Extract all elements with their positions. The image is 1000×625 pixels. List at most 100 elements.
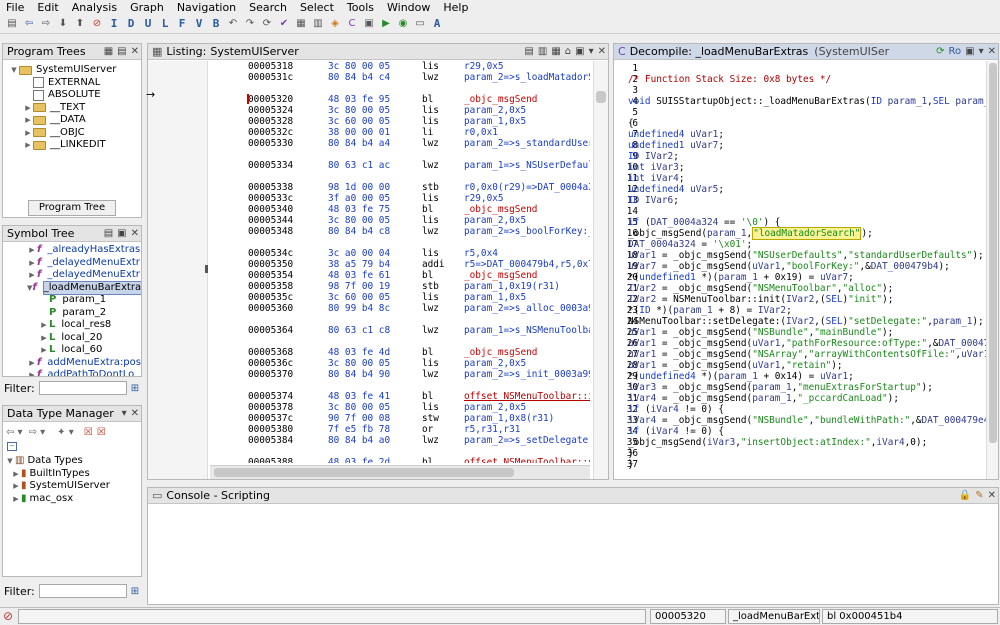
listing-operand[interactable]: param_2,0x5 bbox=[464, 402, 526, 413]
decompile-line[interactable]: 31 iVar4 = _objc_msgSend(param_1,"_pccar… bbox=[614, 393, 986, 404]
decompile-code[interactable]: } bbox=[628, 459, 634, 470]
data-type-archive[interactable]: ▶ ▮ mac_osx bbox=[5, 493, 141, 506]
menu-icon[interactable]: ▾ bbox=[122, 408, 127, 419]
decompile-code[interactable]: void SUISStartupObject::_loadMenuBarExtr… bbox=[628, 96, 986, 107]
listing-operand[interactable]: param_1=>s_NSMenuToolbar_0003b34c bbox=[464, 325, 590, 336]
data-type-archive[interactable]: ▶ ▮ SystemUIServer bbox=[5, 480, 141, 493]
listing-address[interactable]: 00005368 bbox=[248, 347, 328, 358]
listing-mnemonic[interactable]: lwz bbox=[422, 435, 439, 446]
decompile-code[interactable]: if (iVar4 != 0) { bbox=[628, 404, 724, 415]
filter-off-icon[interactable]: ☒ bbox=[84, 427, 93, 438]
run-icon[interactable]: ▶ bbox=[378, 16, 394, 32]
symbol-filter-input[interactable] bbox=[38, 381, 127, 395]
listing-address[interactable]: 00005324 bbox=[248, 105, 328, 116]
decompile-line[interactable]: 33 iVar4 = _objc_msgSend("NSBundle","bun… bbox=[614, 415, 986, 426]
menu-navigation[interactable]: Navigation bbox=[177, 1, 236, 14]
collapse-icon[interactable]: ▼ bbox=[5, 455, 15, 467]
listing-operand[interactable]: r5,r31,r31 bbox=[464, 424, 520, 435]
menu-tools[interactable]: Tools bbox=[347, 1, 374, 14]
decompile-code[interactable]: if (iVar4 != 0) { bbox=[628, 426, 724, 437]
decompile-code[interactable]: { bbox=[628, 118, 634, 129]
listing-address[interactable]: 00005378 bbox=[248, 402, 328, 413]
listing-mnemonic[interactable]: addi bbox=[422, 259, 445, 270]
decompile-code[interactable]: int iVar4; bbox=[628, 173, 684, 184]
close-panel-icon[interactable]: ✕ bbox=[131, 46, 139, 57]
decompile-line[interactable]: 6{ bbox=[614, 118, 986, 129]
close-panel-icon[interactable]: ✕ bbox=[131, 408, 139, 419]
listing-operand[interactable]: param_1,0x19(r31) bbox=[464, 281, 560, 292]
symbol-item[interactable]: ▶ f addMenuExtra:pos bbox=[27, 357, 141, 370]
listing-bytes[interactable]: 80 84 b4 a0 bbox=[328, 435, 424, 446]
decompile-code[interactable]: uVar1 = _objc_msgSend("NSBundle","mainBu… bbox=[628, 327, 893, 338]
copy-icon[interactable]: ▤ bbox=[524, 46, 533, 57]
debug-icon[interactable]: ◉ bbox=[395, 16, 411, 32]
search-bookmark-icon[interactable]: B bbox=[208, 16, 224, 32]
listing-operand[interactable]: _objc_msgSend bbox=[464, 270, 537, 281]
nav-up-icon[interactable]: ⬆ bbox=[72, 16, 88, 32]
decompile-code[interactable]: NSMenuToolbar::setDelegate:(IVar2,(SEL)"… bbox=[628, 316, 984, 327]
listing-address[interactable]: 00005338 bbox=[248, 182, 328, 193]
data-types-root[interactable]: ▼ ▥ Data Types bbox=[5, 455, 141, 468]
decompile-line[interactable]: 12 undefined4 uVar5; bbox=[614, 184, 986, 195]
error-status-icon[interactable]: ⊘ bbox=[3, 609, 13, 623]
tree-node[interactable]: ▶ __DATA bbox=[9, 114, 141, 127]
listing-address[interactable]: 0000534c bbox=[248, 248, 328, 259]
listing-bytes[interactable]: 3c a0 00 04 bbox=[328, 248, 424, 259]
decompile-line[interactable]: 18 uVar1 = _objc_msgSend("NSUserDefaults… bbox=[614, 250, 986, 261]
listing-address[interactable]: 0000535c bbox=[248, 292, 328, 303]
data-type-filter-input[interactable] bbox=[38, 584, 127, 598]
listing-mnemonic[interactable]: bl bbox=[422, 391, 433, 402]
decompile-line[interactable]: 29 *(undefined4 *)(param_1 + 0x14) = uVa… bbox=[614, 371, 986, 382]
home-icon[interactable]: ⌂ bbox=[565, 46, 571, 57]
listing-bytes[interactable]: 7f e5 fb 78 bbox=[328, 424, 424, 435]
decompile-code[interactable]: /* Function Stack Size: 0x8 bytes */ bbox=[628, 74, 831, 85]
decompile-code[interactable]: *(ID *)(param_1 + 8) = IVar2; bbox=[628, 305, 792, 316]
listing-mnemonic[interactable]: bl bbox=[422, 457, 433, 463]
memory-icon[interactable]: ▣ bbox=[361, 16, 377, 32]
listing-operand[interactable]: param_2,0x5 bbox=[464, 105, 526, 116]
decompile-line[interactable]: 22 IVar2 = NSMenuToolbar::init(IVar2,(SE… bbox=[614, 294, 986, 305]
filter-icon[interactable]: ✦ ▾ bbox=[57, 427, 74, 438]
decompile-code[interactable]: iVar3 = _objc_msgSend(param_1,"menuExtra… bbox=[628, 382, 933, 393]
expand-icon[interactable]: ▶ bbox=[23, 139, 33, 151]
listing-operand[interactable]: param_2=>s_init_0003a990,~0x4b70( bbox=[464, 369, 590, 380]
symbol-item[interactable]: ▶ f _delayedMenuExtr bbox=[27, 269, 141, 282]
listing-bytes[interactable]: 80 84 b4 90 bbox=[328, 369, 424, 380]
filter-options-icon[interactable]: ⊞ bbox=[131, 586, 139, 597]
expand-icon[interactable]: ▶ bbox=[27, 257, 37, 269]
configure-icon[interactable]: ▾ bbox=[589, 46, 594, 57]
listing-mnemonic[interactable]: lis bbox=[422, 105, 439, 116]
splitter-handle[interactable] bbox=[205, 265, 208, 273]
decompile-line[interactable]: 36 } bbox=[614, 448, 986, 459]
listing-bytes[interactable]: 98 1d 00 00 bbox=[328, 182, 424, 193]
forward-icon[interactable]: ⇨ bbox=[38, 16, 54, 32]
decompile-vertical-scrollbar[interactable] bbox=[986, 61, 998, 479]
listing-address[interactable]: 00005388 bbox=[248, 457, 328, 463]
data-type-archive[interactable]: ▶ ▮ BuiltInTypes bbox=[5, 468, 141, 481]
decompile-line[interactable]: 19 uVar7 = _objc_msgSend(uVar1,"boolForK… bbox=[614, 261, 986, 272]
listing-bytes[interactable]: 48 03 fe 75 bbox=[328, 204, 424, 215]
listing-mnemonic[interactable]: lwz bbox=[422, 138, 439, 149]
screen-icon[interactable]: ▭ bbox=[412, 16, 428, 32]
menu-file[interactable]: File bbox=[6, 1, 24, 14]
refresh-icon[interactable]: ⟳ bbox=[936, 46, 944, 57]
symbol-item[interactable]: ▶ f _delayedMenuExtr bbox=[27, 257, 141, 270]
listing-bytes[interactable]: 3c 60 00 05 bbox=[328, 292, 424, 303]
listing-address[interactable]: 00005340 bbox=[248, 204, 328, 215]
listing-mnemonic[interactable]: stb bbox=[422, 281, 439, 292]
decompile-code[interactable]: undefined4 uVar5; bbox=[628, 184, 724, 195]
close-panel-icon[interactable]: ✕ bbox=[598, 46, 606, 57]
listing-operand[interactable]: offset NSMenuToolbar::setDelegate bbox=[464, 457, 590, 463]
decompile-line[interactable]: 20 *(undefined1 *)(param_1 + 0x19) = uVa… bbox=[614, 272, 986, 283]
decompile-line[interactable]: 30 iVar3 = _objc_msgSend(param_1,"menuEx… bbox=[614, 382, 986, 393]
listing-address[interactable]: 00005320 bbox=[248, 94, 328, 105]
expand-icon[interactable]: ▶ bbox=[39, 332, 49, 344]
local-item[interactable]: ▶ Llocal_20 bbox=[27, 332, 141, 345]
listing-address[interactable]: 00005358 bbox=[248, 281, 328, 292]
decompile-code[interactable]: uVar7 = _objc_msgSend(uVar1,"boolForKey:… bbox=[628, 261, 950, 272]
decompile-code[interactable]: uVar1 = _objc_msgSend("NSUserDefaults","… bbox=[628, 250, 984, 261]
search-function-icon[interactable]: F bbox=[174, 16, 190, 32]
decompile-code[interactable]: _objc_msgSend(param_1,"loadMatadorSearch… bbox=[628, 227, 873, 240]
listing-mnemonic[interactable]: or bbox=[422, 424, 433, 435]
listing-operand[interactable]: r5,0x4 bbox=[464, 248, 498, 259]
